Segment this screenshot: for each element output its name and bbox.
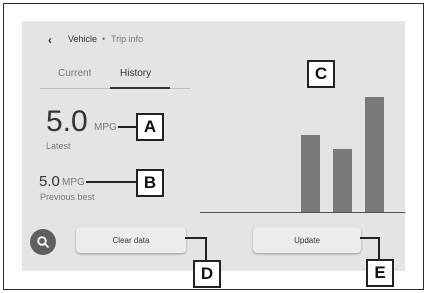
update-button[interactable]: Update [253, 227, 361, 253]
chart-bar [365, 97, 384, 212]
callout-a-leader [118, 126, 136, 128]
callout-e-leader-h [360, 237, 380, 239]
chart-bar [301, 135, 320, 212]
callout-a: A [136, 113, 164, 141]
callout-d: D [193, 260, 221, 288]
callout-e: E [366, 259, 394, 287]
callout-b: B [136, 169, 164, 197]
chart-bar [333, 149, 352, 212]
search-button[interactable] [30, 229, 56, 255]
clear-data-button[interactable]: Clear data [76, 227, 186, 253]
chart-baseline [200, 212, 405, 213]
trip-info-screen: ‹ Vehicle • Trip info Current History 5.… [22, 21, 405, 271]
history-bar-chart [22, 21, 405, 221]
callout-b-leader [86, 181, 136, 183]
callout-e-leader-v [378, 237, 380, 259]
callout-d-leader-h [185, 237, 206, 239]
search-icon [37, 236, 49, 248]
callout-c: C [307, 60, 335, 88]
callout-d-leader-v [205, 237, 207, 260]
